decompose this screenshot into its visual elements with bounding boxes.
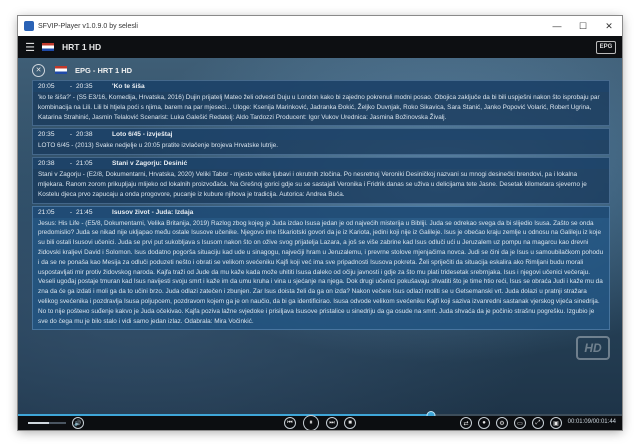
channel-title: HRT 1 HD bbox=[62, 42, 102, 52]
program-header: 20:35 - 20:38 Loto 6/45 - izvještaj bbox=[33, 129, 609, 141]
shuffle-icon[interactable]: ⇄ bbox=[460, 417, 472, 429]
program-end: 20:35 bbox=[76, 83, 93, 90]
hd-logo-icon: HD bbox=[576, 336, 610, 360]
program-name: Isusov život - Juda: Izdaja bbox=[112, 208, 194, 216]
player-window: SFVIP-Player v1.0.9.0 by selesli — ☐ ✕ ☰… bbox=[18, 16, 622, 430]
croatia-flag-icon bbox=[42, 43, 54, 51]
time-separator: - bbox=[69, 208, 73, 216]
title-bar: SFVIP-Player v1.0.9.0 by selesli — ☐ ✕ bbox=[18, 16, 622, 36]
volume-icon[interactable]: 🔊 bbox=[72, 417, 84, 429]
window-title: SFVIP-Player v1.0.9.0 by selesli bbox=[38, 22, 138, 30]
time-readout: 00:01:09/00:01:44 bbox=[567, 419, 616, 425]
settings-icon[interactable]: ⚙ bbox=[496, 417, 508, 429]
maximize-button[interactable]: ☐ bbox=[570, 16, 596, 36]
program-header: 20:05 - 20:35 'Ko te šiša bbox=[33, 81, 609, 92]
pause-icon[interactable]: ⏸ bbox=[303, 415, 319, 430]
program-end: 20:38 bbox=[76, 131, 93, 139]
program-description: LOTO 6/45 - (2013) Svake nedjelje u 20:0… bbox=[38, 142, 279, 150]
epg-program[interactable]: 20:38 - 21:05 Stani v Zagorju: Desinić S… bbox=[32, 157, 610, 204]
program-description: Jesus: His Life - (E5/8, Dokumentarni, V… bbox=[38, 219, 604, 325]
app-icon bbox=[24, 21, 34, 31]
pip-icon[interactable]: ▣ bbox=[550, 417, 562, 429]
epg-close-icon[interactable]: ✕ bbox=[32, 63, 45, 77]
program-description: Stani v Zagorju - (E2/8, Dokumentarni, H… bbox=[38, 171, 587, 198]
epg-header: ✕ EPG - HRT 1 HD bbox=[32, 62, 608, 78]
volume-level bbox=[28, 422, 49, 424]
menu-icon[interactable]: ☰ bbox=[18, 36, 42, 58]
epg-button[interactable]: EPG bbox=[596, 40, 616, 54]
program-name: Stani v Zagorju: Desinić bbox=[112, 160, 188, 168]
program-end: 21:45 bbox=[76, 208, 93, 216]
program-name: Loto 6/45 - izvještaj bbox=[112, 131, 173, 139]
stop-icon[interactable]: ■ bbox=[344, 417, 356, 429]
program-header: 21:05 - 21:45 Isusov život - Juda: Izdaj… bbox=[33, 206, 609, 218]
program-description: 'ko te šiša?' - (S5 E3/16, Komedija, Hrv… bbox=[38, 94, 600, 121]
epg-program-list: 20:05 - 20:35 'Ko te šiša 'ko te šiša?' … bbox=[32, 80, 610, 332]
epg-title: EPG - HRT 1 HD bbox=[75, 65, 133, 75]
close-button[interactable]: ✕ bbox=[596, 16, 622, 36]
program-name: 'Ko te šiša bbox=[112, 83, 145, 90]
time-separator: - bbox=[69, 160, 73, 168]
program-start: 20:05 bbox=[38, 83, 55, 90]
program-start: 20:35 bbox=[38, 131, 55, 139]
previous-icon[interactable]: ⏮ bbox=[284, 417, 296, 429]
program-end: 21:05 bbox=[76, 160, 93, 168]
channel-bar: ☰ HRT 1 HD EPG bbox=[18, 36, 622, 58]
program-start: 20:38 bbox=[38, 160, 55, 168]
fullscreen-icon[interactable]: ⤢ bbox=[532, 417, 544, 429]
epg-program[interactable]: 20:35 - 20:38 Loto 6/45 - izvještaj LOTO… bbox=[32, 128, 610, 156]
subtitles-icon[interactable]: ▭ bbox=[514, 417, 526, 429]
program-start: 21:05 bbox=[38, 208, 55, 216]
epg-program-current[interactable]: 21:05 - 21:45 Isusov život - Juda: Izdaj… bbox=[32, 205, 610, 331]
control-bar: 🔊 ⏮ ⏸ ⏭ ■ ⇄ ● ⚙ ▭ ⤢ ▣ 00:01:09/00:01:44 bbox=[18, 415, 622, 430]
minimize-button[interactable]: — bbox=[544, 16, 570, 36]
time-separator: - bbox=[69, 131, 73, 139]
record-icon[interactable]: ● bbox=[478, 417, 490, 429]
epg-program[interactable]: 20:05 - 20:35 'Ko te šiša 'ko te šiša?' … bbox=[32, 80, 610, 127]
next-icon[interactable]: ⏭ bbox=[326, 417, 338, 429]
croatia-flag-icon bbox=[55, 66, 67, 74]
program-header: 20:38 - 21:05 Stani v Zagorju: Desinić bbox=[33, 158, 609, 170]
volume-slider[interactable] bbox=[28, 422, 66, 424]
time-separator: - bbox=[69, 83, 73, 90]
